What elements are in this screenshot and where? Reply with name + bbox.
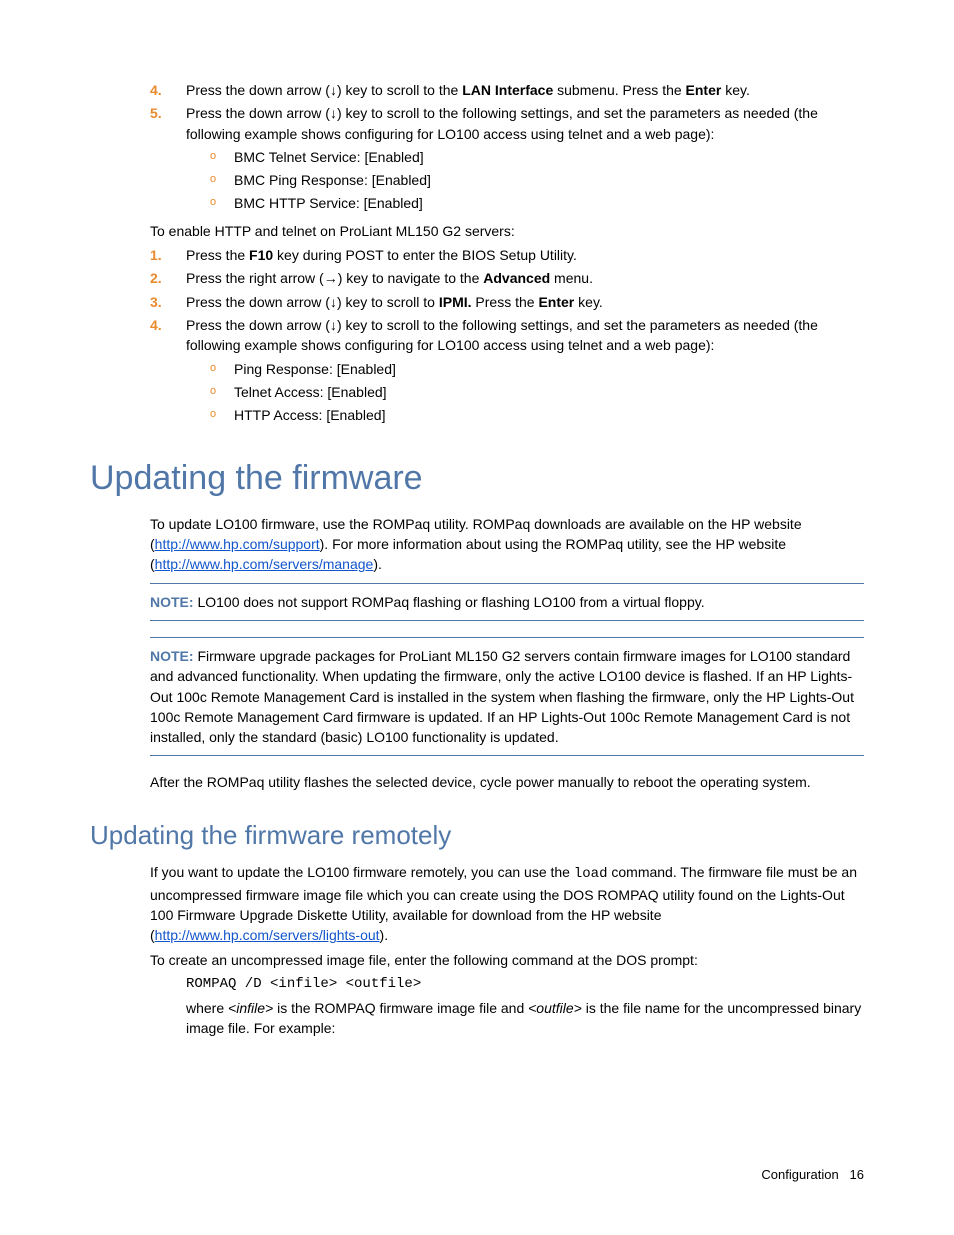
- list-item: 4.Press the down arrow (↓) key to scroll…: [150, 315, 864, 428]
- list-marker: 2.: [150, 268, 186, 288]
- paragraph: To update LO100 firmware, use the ROMPaq…: [150, 514, 864, 575]
- sub-bullet-text: BMC Ping Response: [Enabled]: [234, 170, 431, 190]
- note-body: LO100 does not support ROMPaq flashing o…: [194, 594, 705, 610]
- placeholder-infile: <infile>: [228, 1000, 273, 1016]
- list-marker: 1.: [150, 245, 186, 265]
- list-marker: 3.: [150, 292, 186, 312]
- list-body: Press the F10 key during POST to enter t…: [186, 245, 864, 265]
- list-item: 4.Press the down arrow (↓) key to scroll…: [150, 80, 864, 100]
- paragraph: After the ROMPaq utility flashes the sel…: [150, 772, 864, 792]
- page-footer: Configuration 16: [761, 1166, 864, 1185]
- list-body: Press the down arrow (↓) key to scroll t…: [186, 103, 864, 216]
- sub-bullet: oBMC Ping Response: [Enabled]: [210, 170, 864, 190]
- link-hp-servers-manage[interactable]: http://www.hp.com/servers/manage: [155, 556, 374, 572]
- note-box: NOTE: Firmware upgrade packages for ProL…: [150, 637, 864, 756]
- sub-bullet: oBMC HTTP Service: [Enabled]: [210, 193, 864, 213]
- list-marker: 4.: [150, 80, 186, 100]
- bullet-icon: o: [210, 170, 234, 190]
- list-body: Press the down arrow (↓) key to scroll t…: [186, 80, 864, 100]
- code-block: ROMPAQ /D <infile> <outfile>: [186, 974, 864, 994]
- sub-bullet-text: BMC HTTP Service: [Enabled]: [234, 193, 423, 213]
- bullet-icon: o: [210, 147, 234, 167]
- heading-updating-firmware: Updating the firmware: [90, 454, 864, 503]
- sub-bullet: oTelnet Access: [Enabled]: [210, 382, 864, 402]
- sub-bullet: oPing Response: [Enabled]: [210, 359, 864, 379]
- bullet-icon: o: [210, 382, 234, 402]
- inline-code: load: [574, 866, 608, 882]
- paragraph: To enable HTTP and telnet on ProLiant ML…: [150, 221, 864, 241]
- heading-updating-firmware-remotely: Updating the firmware remotely: [90, 817, 864, 855]
- list-body: Press the down arrow (↓) key to scroll t…: [186, 315, 864, 428]
- paragraph: To create an uncompressed image file, en…: [150, 950, 864, 970]
- note-body: Firmware upgrade packages for ProLiant M…: [150, 648, 854, 745]
- list-item: 3.Press the down arrow (↓) key to scroll…: [150, 292, 864, 312]
- list-marker: 5.: [150, 103, 186, 216]
- sub-bullet-text: Telnet Access: [Enabled]: [234, 382, 387, 402]
- bullet-icon: o: [210, 359, 234, 379]
- list-item: 5.Press the down arrow (↓) key to scroll…: [150, 103, 864, 216]
- bullet-icon: o: [210, 405, 234, 425]
- sub-bullet-text: BMC Telnet Service: [Enabled]: [234, 147, 424, 167]
- sub-bullet: oHTTP Access: [Enabled]: [210, 405, 864, 425]
- list-body: Press the down arrow (↓) key to scroll t…: [186, 292, 864, 312]
- link-hp-lights-out[interactable]: http://www.hp.com/servers/lights-out: [155, 927, 380, 943]
- paragraph: If you want to update the LO100 firmware…: [150, 862, 864, 945]
- note-box: NOTE: LO100 does not support ROMPaq flas…: [150, 583, 864, 621]
- list-marker: 4.: [150, 315, 186, 428]
- bullet-icon: o: [210, 193, 234, 213]
- placeholder-outfile: <outfile>: [528, 1000, 582, 1016]
- note-label: NOTE:: [150, 594, 194, 610]
- list-body: Press the right arrow (→) key to navigat…: [186, 268, 864, 288]
- list-item: 1.Press the F10 key during POST to enter…: [150, 245, 864, 265]
- sub-bullet: oBMC Telnet Service: [Enabled]: [210, 147, 864, 167]
- list-item: 2.Press the right arrow (→) key to navig…: [150, 268, 864, 288]
- link-hp-support[interactable]: http://www.hp.com/support: [155, 536, 320, 552]
- sub-bullet-text: HTTP Access: [Enabled]: [234, 405, 385, 425]
- paragraph: where <infile> is the ROMPAQ firmware im…: [186, 998, 864, 1039]
- note-label: NOTE:: [150, 648, 194, 664]
- sub-bullet-text: Ping Response: [Enabled]: [234, 359, 396, 379]
